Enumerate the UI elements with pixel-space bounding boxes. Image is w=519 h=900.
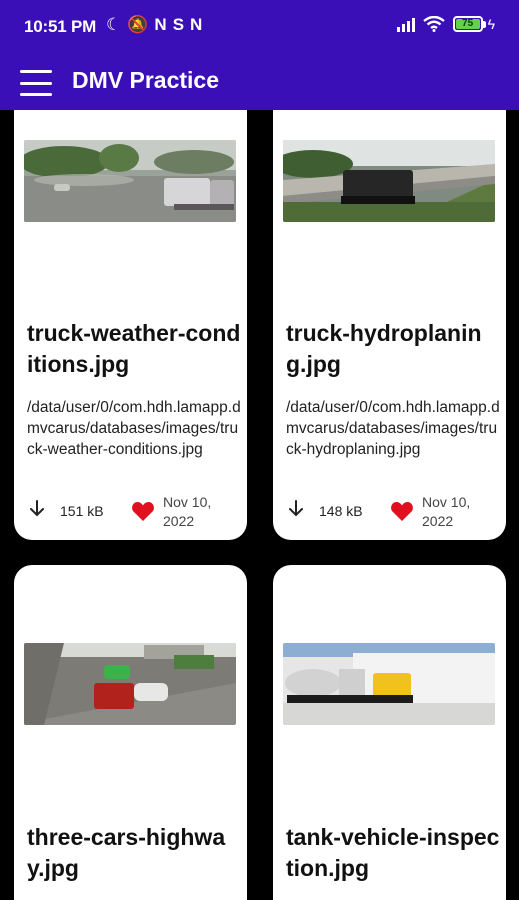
mute-icon: 🔕: [127, 15, 149, 34]
app-bar: 10:51 PM ☾ 🔕 N S N 75 ϟ DMV Practice: [0, 0, 519, 110]
menu-icon[interactable]: [18, 68, 54, 98]
card-file-name: truck-hydroplaning.jpg: [286, 320, 482, 377]
favorite-heart-icon[interactable]: [390, 500, 414, 522]
wifi-icon: [422, 16, 445, 32]
card-file-name: truck-weather-conditions.jpg: [27, 320, 241, 377]
status-time: 10:51 PM: [24, 17, 97, 36]
card-thumbnail: [24, 140, 236, 222]
card-date: Nov 10, 2022: [163, 494, 212, 529]
card-file-path: /data/user/0/com.hdh.lamapp.dmvcarus/dat…: [27, 399, 241, 458]
download-icon[interactable]: [28, 500, 46, 520]
favorite-heart-icon[interactable]: [131, 500, 155, 522]
signal-icon: [396, 16, 415, 32]
page-title: DMV Practice: [72, 67, 220, 93]
battery-level: 75: [455, 19, 480, 29]
toolbar: DMV Practice: [0, 56, 519, 110]
card-thumbnail: [283, 643, 495, 725]
n-icon: N: [190, 15, 203, 34]
image-card[interactable]: truck-hydroplaning.jpg /data/user/0/com.…: [273, 60, 506, 540]
image-card[interactable]: truck-weather-conditions.jpg /data/user/…: [14, 60, 247, 540]
image-card[interactable]: tank-vehicle-inspection.jpg: [273, 565, 506, 900]
image-card[interactable]: three-cars-highway.jpg: [14, 565, 247, 900]
download-icon[interactable]: [287, 500, 305, 520]
charging-icon: ϟ: [487, 16, 495, 32]
battery-icon: 75 ϟ: [452, 16, 495, 32]
n-icon: N: [154, 15, 167, 34]
card-thumbnail: [283, 140, 495, 222]
image-grid: truck-weather-conditions.jpg /data/user/…: [0, 0, 519, 900]
card-file-name: three-cars-highway.jpg: [27, 824, 226, 881]
card-file-name: tank-vehicle-inspection.jpg: [286, 824, 500, 881]
moon-icon: ☾: [106, 15, 122, 34]
card-file-path: /data/user/0/com.hdh.lamapp.dmvcarus/dat…: [286, 399, 500, 458]
card-file-size: 148 kB: [319, 503, 363, 519]
card-file-size: 151 kB: [60, 503, 104, 519]
card-date: Nov 10, 2022: [422, 494, 471, 529]
s-icon: S: [172, 15, 185, 34]
card-thumbnail: [24, 643, 236, 725]
status-bar: 10:51 PM ☾ 🔕 N S N 75 ϟ: [0, 0, 519, 56]
